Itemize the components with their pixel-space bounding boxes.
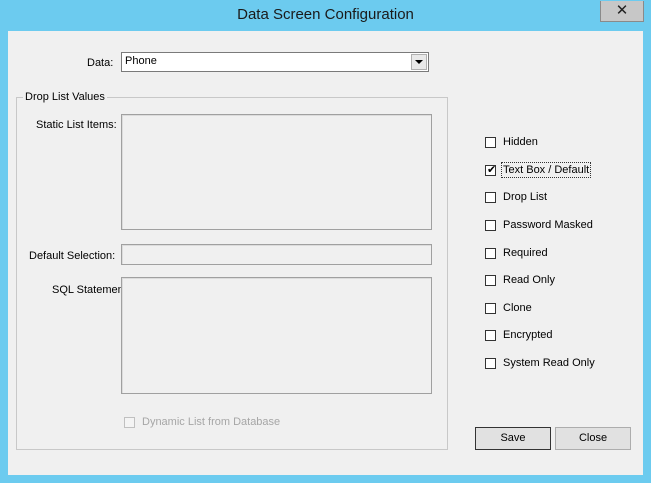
option-label[interactable]: Hidden: [503, 136, 538, 148]
dialog-window: Data Screen Configuration ✕ Data: Phone …: [0, 0, 651, 483]
option-checkbox[interactable]: [485, 137, 496, 148]
option-checkbox[interactable]: [485, 303, 496, 314]
data-label: Data:: [87, 57, 114, 69]
option-label[interactable]: Clone: [503, 302, 532, 314]
option-label[interactable]: Text Box / Default: [500, 162, 592, 178]
option-checkbox[interactable]: [485, 192, 496, 203]
title-bar[interactable]: Data Screen Configuration ✕: [0, 0, 651, 31]
data-select[interactable]: Phone: [121, 52, 429, 72]
option-label[interactable]: Password Masked: [503, 219, 593, 231]
static-list-items-field[interactable]: [121, 114, 432, 230]
option-checkbox[interactable]: [485, 358, 496, 369]
dynamic-list-checkbox: [124, 417, 135, 428]
chevron-down-icon[interactable]: [411, 54, 427, 70]
dialog-body: Data: Phone Drop List Values Static List…: [8, 31, 643, 475]
option-label[interactable]: System Read Only: [503, 357, 595, 369]
checkmark-icon: ✔: [487, 164, 497, 176]
default-selection-label: Default Selection:: [29, 250, 116, 262]
dynamic-list-label: Dynamic List from Database: [142, 416, 281, 428]
option-label[interactable]: Drop List: [503, 191, 547, 203]
option-label[interactable]: Required: [503, 247, 548, 259]
drop-list-values-label: Drop List Values: [23, 91, 107, 103]
window-title: Data Screen Configuration: [237, 6, 414, 23]
default-selection-field[interactable]: [121, 244, 432, 265]
option-label[interactable]: Encrypted: [503, 329, 553, 341]
data-select-value: Phone: [125, 55, 157, 67]
option-checkbox[interactable]: [485, 275, 496, 286]
close-button[interactable]: Close: [555, 427, 631, 450]
option-checkbox[interactable]: [485, 248, 496, 259]
static-list-items-label: Static List Items:: [36, 119, 117, 131]
window-close-button[interactable]: ✕: [600, 1, 644, 22]
option-label[interactable]: Read Only: [503, 274, 555, 286]
option-checkbox[interactable]: ✔: [485, 164, 497, 176]
sql-statement-field[interactable]: [121, 277, 432, 394]
option-checkbox[interactable]: [485, 220, 496, 231]
option-checkbox[interactable]: [485, 330, 496, 341]
save-button[interactable]: Save: [475, 427, 551, 450]
sql-statement-label: SQL Statement:: [52, 284, 130, 296]
